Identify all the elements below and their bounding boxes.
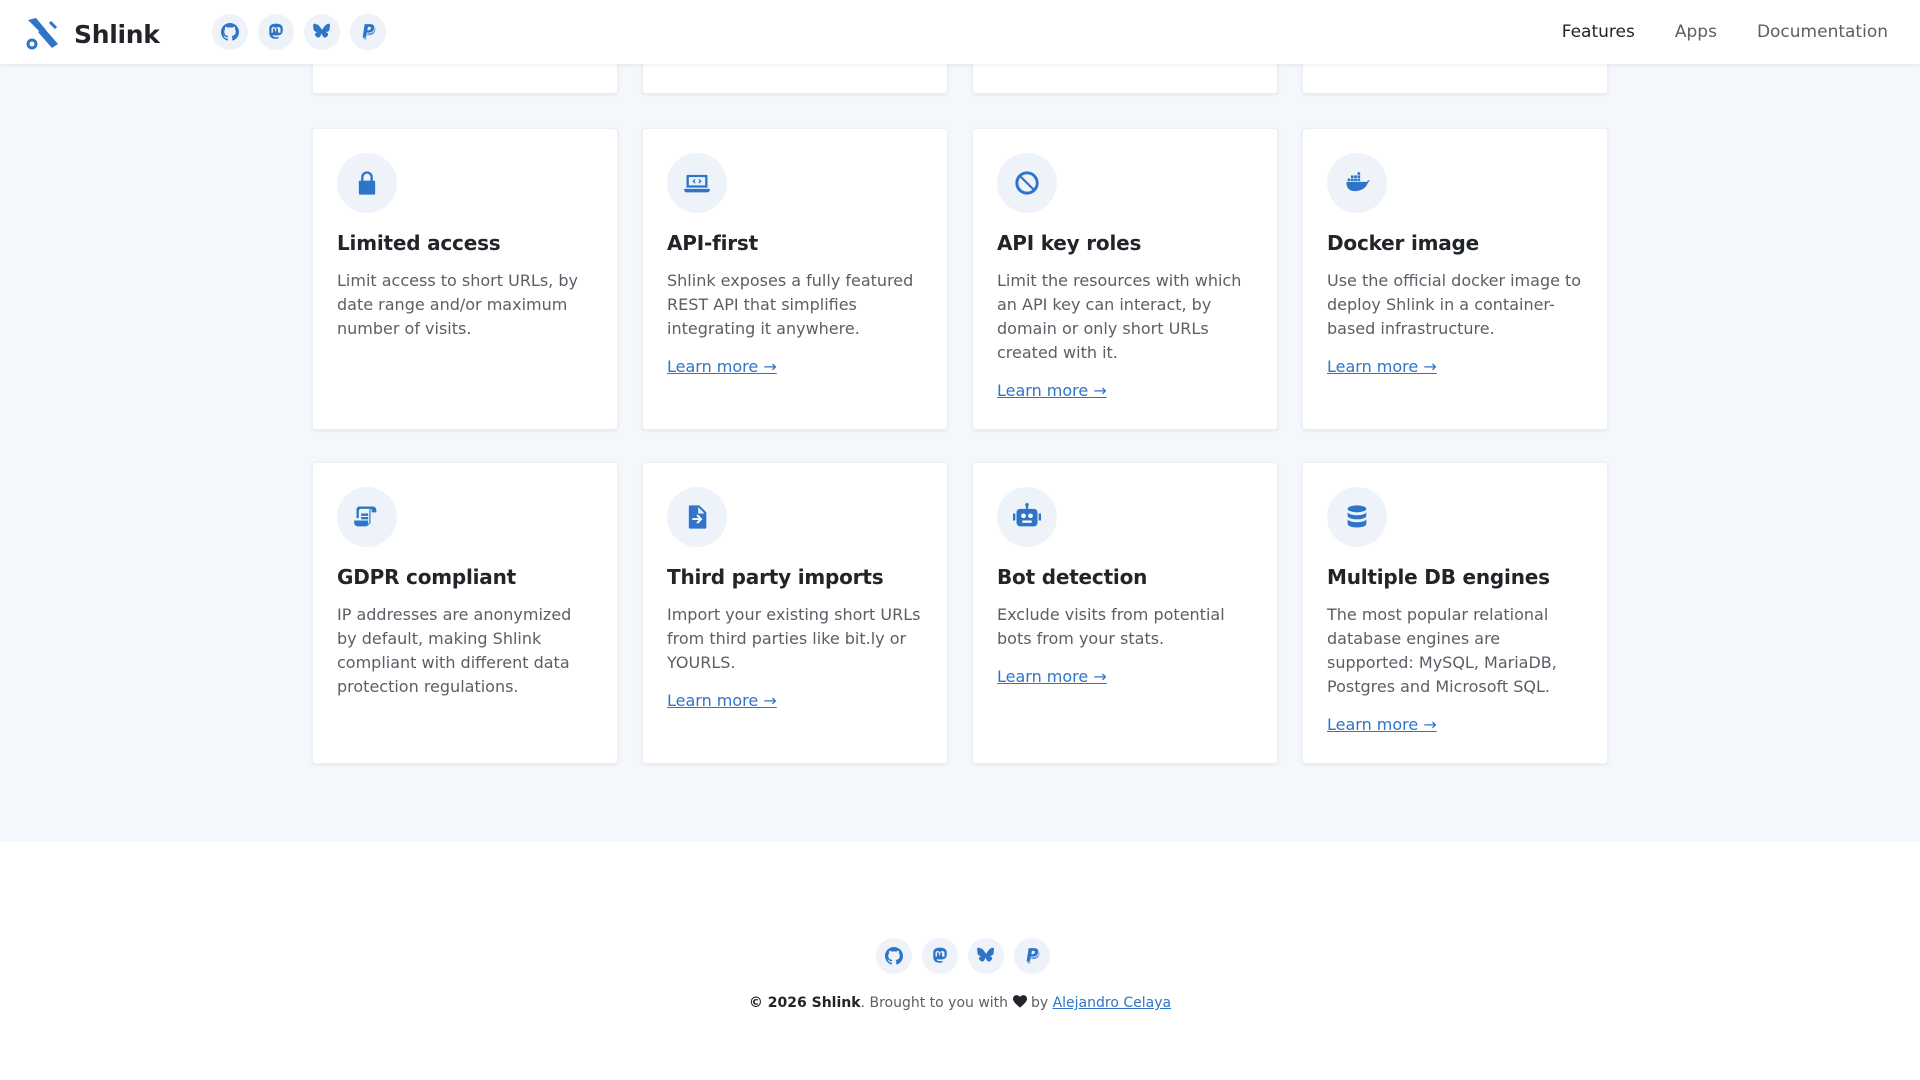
header-social-links xyxy=(212,14,386,50)
heart-icon xyxy=(1012,995,1027,1008)
icon-badge xyxy=(997,487,1057,547)
shlink-logo-icon xyxy=(26,18,58,50)
icon-badge xyxy=(337,153,397,213)
feature-card-api-key-roles: API key roles Limit the resources with w… xyxy=(972,128,1278,430)
card-title: Docker image xyxy=(1327,231,1480,255)
feature-card-third-party-imports: Third party imports Import your existing… xyxy=(642,462,948,764)
feature-card-multiple-db-engines: Multiple DB engines The most popular rel… xyxy=(1302,462,1608,764)
bluesky-icon xyxy=(977,947,994,962)
paypal-icon xyxy=(1026,948,1040,964)
card-description: IP addresses are anonymized by default, … xyxy=(337,605,572,696)
brand-name: Shlink xyxy=(74,19,160,49)
robot-icon xyxy=(1013,503,1041,527)
feature-card-partial xyxy=(1302,64,1608,94)
file-import-icon xyxy=(688,505,707,529)
mastodon-icon xyxy=(269,23,283,39)
footer-mastodon-link[interactable] xyxy=(922,938,958,974)
copyright-text-after: by xyxy=(1030,995,1049,1011)
feature-card-docker-image: Docker image Use the official docker ima… xyxy=(1302,128,1608,430)
nav-apps[interactable]: Apps xyxy=(1675,22,1717,42)
icon-badge xyxy=(997,153,1057,213)
bluesky-icon xyxy=(313,23,330,38)
card-description: The most popular relational database eng… xyxy=(1327,605,1557,696)
github-icon xyxy=(885,947,903,965)
copyright-text: © 2026 Shlink. Brought to you with by Al… xyxy=(0,995,1920,1011)
paypal-link[interactable] xyxy=(350,14,386,50)
paypal-icon xyxy=(362,24,376,40)
mastodon-link[interactable] xyxy=(258,14,294,50)
github-link[interactable] xyxy=(212,14,248,50)
copyright-brand: © 2026 Shlink xyxy=(748,995,861,1011)
card-description: Use the official docker image to deploy … xyxy=(1327,271,1582,338)
lock-icon xyxy=(358,171,376,195)
author-link[interactable]: Alejandro Celaya xyxy=(1053,995,1172,1011)
feature-card-api-first: API-first Shlink exposes a fully feature… xyxy=(642,128,948,430)
card-description: Limit access to short URLs, by date rang… xyxy=(337,271,578,338)
brand-link[interactable]: Shlink xyxy=(24,14,160,54)
card-description: Shlink exposes a fully featured REST API… xyxy=(667,271,914,338)
feature-card-gdpr-compliant: GDPR compliant IP addresses are anonymiz… xyxy=(312,462,618,764)
card-description: Import your existing short URLs from thi… xyxy=(667,605,921,672)
bluesky-link[interactable] xyxy=(304,14,340,50)
mastodon-icon xyxy=(933,947,947,963)
footer-paypal-link[interactable] xyxy=(1014,938,1050,974)
card-title: GDPR compliant xyxy=(337,565,516,589)
learn-more-link[interactable]: Learn more → xyxy=(667,691,777,710)
ban-icon xyxy=(1015,171,1039,195)
feature-card-partial xyxy=(972,64,1278,94)
card-title: Limited access xyxy=(337,231,501,255)
learn-more-link[interactable]: Learn more → xyxy=(997,667,1107,686)
docker-icon xyxy=(1346,172,1370,192)
card-title: Multiple DB engines xyxy=(1327,565,1550,589)
card-title: API-first xyxy=(667,231,758,255)
icon-badge xyxy=(337,487,397,547)
card-title: API key roles xyxy=(997,231,1142,255)
copyright-text-before: . Brought to you with xyxy=(860,995,1009,1011)
footer-bluesky-link[interactable] xyxy=(968,938,1004,974)
learn-more-link[interactable]: Learn more → xyxy=(997,381,1107,400)
github-icon xyxy=(221,23,239,41)
footer-social-links xyxy=(876,938,1050,974)
icon-badge xyxy=(667,487,727,547)
database-icon xyxy=(1347,505,1367,528)
laptop-code-icon xyxy=(684,174,710,193)
footer-github-link[interactable] xyxy=(876,938,912,974)
card-title: Bot detection xyxy=(997,565,1148,589)
learn-more-link[interactable]: Learn more → xyxy=(1327,715,1437,734)
learn-more-link[interactable]: Learn more → xyxy=(1327,357,1437,376)
card-description: Exclude visits from potential bots from … xyxy=(997,605,1225,648)
scroll-icon xyxy=(354,506,377,527)
card-title: Third party imports xyxy=(667,565,884,589)
feature-card-partial xyxy=(312,62,618,94)
icon-badge xyxy=(1327,153,1387,213)
icon-badge xyxy=(1327,487,1387,547)
main-nav: Features Apps Documentation xyxy=(1562,0,1888,64)
learn-more-link[interactable]: Learn more → xyxy=(667,357,777,376)
feature-card-bot-detection: Bot detection Exclude visits from potent… xyxy=(972,462,1278,764)
nav-features[interactable]: Features xyxy=(1562,22,1635,42)
nav-documentation[interactable]: Documentation xyxy=(1757,22,1888,42)
icon-badge xyxy=(667,153,727,213)
feature-card-partial xyxy=(642,64,948,94)
card-description: Limit the resources with which an API ke… xyxy=(997,271,1242,362)
site-header: Shlink Features Apps Documentation xyxy=(0,0,1920,64)
site-footer: © 2026 Shlink. Brought to you with by Al… xyxy=(0,842,1920,1080)
feature-card-limited-access: Limited access Limit access to short URL… xyxy=(312,128,618,430)
